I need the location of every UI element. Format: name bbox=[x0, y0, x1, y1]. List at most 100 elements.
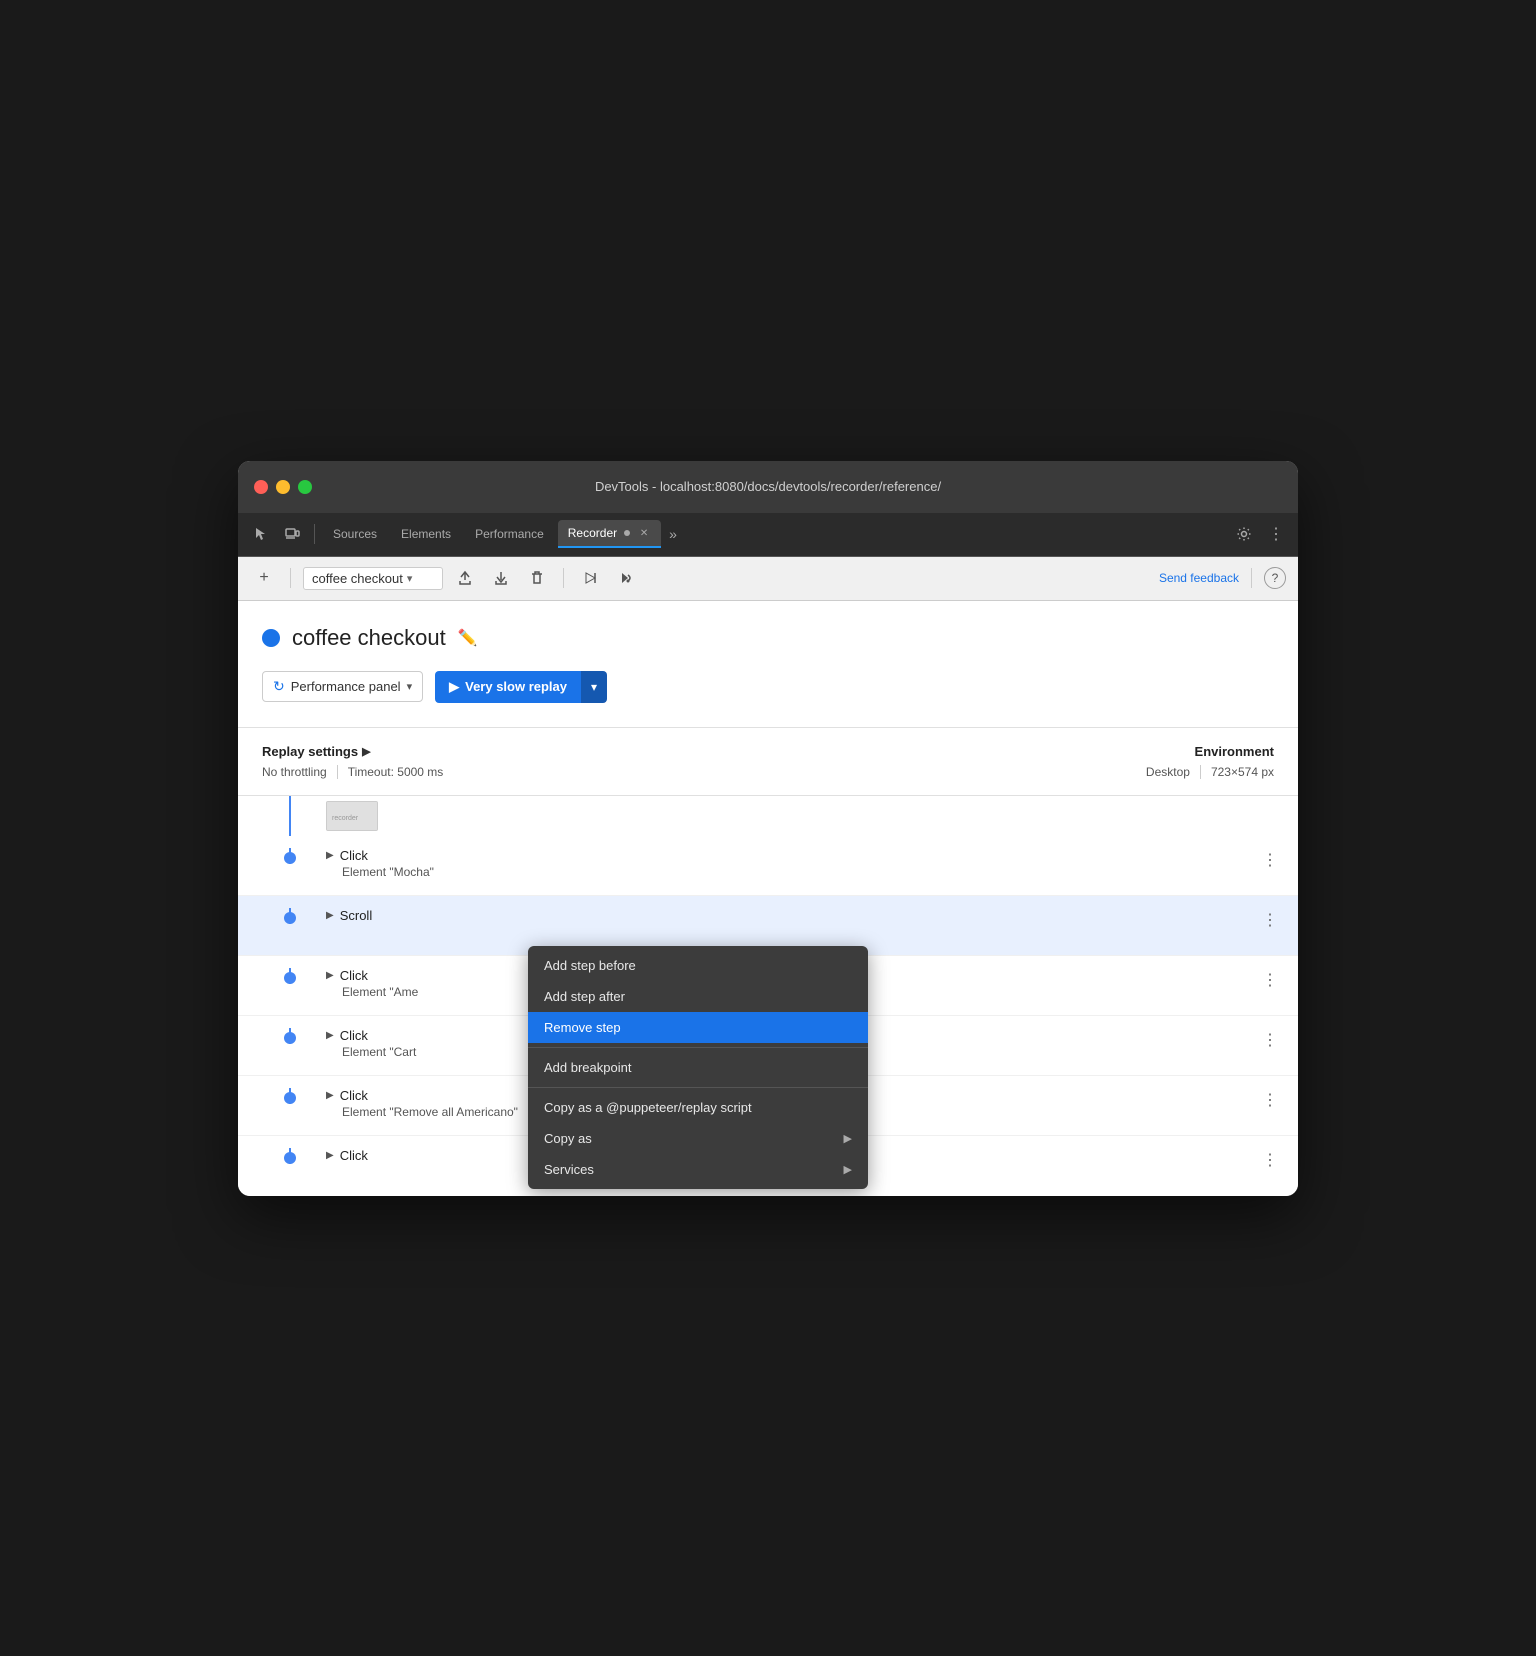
add-icon: + bbox=[259, 569, 268, 587]
dimensions-label: 723×574 px bbox=[1211, 765, 1274, 779]
tab-more-btn[interactable]: » bbox=[665, 522, 681, 546]
replay-label: Very slow replay bbox=[465, 679, 567, 694]
delete-btn[interactable] bbox=[523, 564, 551, 592]
toolbar: + coffee checkout ▾ bbox=[238, 557, 1298, 601]
add-recording-btn[interactable]: + bbox=[250, 564, 278, 592]
send-feedback-link[interactable]: Send feedback bbox=[1159, 571, 1239, 585]
ctx-copy-puppeteer-label: Copy as a @puppeteer/replay script bbox=[544, 1100, 752, 1115]
perf-icon: ↻ bbox=[273, 678, 285, 695]
tab-sources[interactable]: Sources bbox=[323, 521, 387, 547]
ctx-add-breakpoint-label: Add breakpoint bbox=[544, 1060, 631, 1075]
ctx-services[interactable]: Services ▶ bbox=[528, 1154, 868, 1185]
environment-meta: Desktop 723×574 px bbox=[1146, 765, 1274, 779]
timeline-col bbox=[262, 1028, 318, 1044]
device-icon bbox=[284, 526, 300, 542]
timeline-col bbox=[262, 1088, 318, 1104]
replay-quick-btn[interactable] bbox=[576, 564, 604, 592]
play-icon bbox=[582, 570, 598, 586]
ctx-separator-2 bbox=[528, 1087, 868, 1088]
replay-main-btn[interactable]: ▶ Very slow replay bbox=[435, 671, 581, 703]
ctx-add-after-label: Add step after bbox=[544, 989, 625, 1004]
steps-container: recorder ▶ Click Element "Mocha" ⋮ bbox=[238, 796, 1298, 1196]
recording-name-label: coffee checkout bbox=[312, 571, 403, 586]
ctx-copy-as-arrow-icon: ▶ bbox=[844, 1132, 852, 1145]
tab-recorder[interactable]: Recorder ✕ bbox=[558, 520, 661, 548]
settings-section: Replay settings ▶ No throttling Timeout:… bbox=[262, 728, 1274, 795]
step-action-label: Click bbox=[340, 848, 368, 863]
action-row: ↻ Performance panel ▾ ▶ Very slow replay… bbox=[262, 671, 1274, 703]
step-menu-btn[interactable]: ⋮ bbox=[1258, 1088, 1282, 1112]
recording-title: coffee checkout bbox=[292, 625, 446, 651]
recording-dot bbox=[262, 629, 280, 647]
ctx-copy-as[interactable]: Copy as ▶ bbox=[528, 1123, 868, 1154]
replay-dropdown-chevron-icon: ▾ bbox=[591, 680, 597, 694]
expand-step-icon[interactable]: ▶ bbox=[326, 970, 334, 981]
step-row: ▶ Click Element "Mocha" ⋮ bbox=[238, 836, 1298, 896]
step-menu-btn[interactable]: ⋮ bbox=[1258, 968, 1282, 992]
step-menu-btn[interactable]: ⋮ bbox=[1258, 1148, 1282, 1172]
ctx-add-breakpoint[interactable]: Add breakpoint bbox=[528, 1052, 868, 1083]
step-detail: Element "Mocha" bbox=[326, 865, 1258, 879]
performance-panel-btn[interactable]: ↻ Performance panel ▾ bbox=[262, 671, 423, 702]
step-menu-btn[interactable]: ⋮ bbox=[1258, 1028, 1282, 1052]
replay-settings-title: Replay settings ▶ bbox=[262, 744, 1146, 759]
throttling-label: No throttling bbox=[262, 765, 327, 779]
timeline-dot bbox=[284, 1152, 296, 1164]
more-options-btn[interactable]: ⋮ bbox=[1262, 520, 1290, 548]
expand-step-icon[interactable]: ▶ bbox=[326, 1030, 334, 1041]
perf-chevron-icon: ▾ bbox=[407, 680, 413, 693]
environment-title: Environment bbox=[1146, 744, 1274, 759]
device-icon-btn[interactable] bbox=[278, 520, 306, 548]
cursor-icon-btn[interactable] bbox=[246, 520, 274, 548]
tab-elements[interactable]: Elements bbox=[391, 521, 461, 547]
tab-performance[interactable]: Performance bbox=[465, 521, 554, 547]
edit-title-icon[interactable]: ✏️ bbox=[458, 628, 478, 648]
minimize-button[interactable] bbox=[276, 480, 290, 494]
ctx-remove-step[interactable]: Remove step bbox=[528, 1012, 868, 1043]
settings-arrow-icon[interactable]: ▶ bbox=[362, 745, 370, 758]
expand-step-icon[interactable]: ▶ bbox=[326, 1150, 334, 1161]
step-btn[interactable] bbox=[612, 564, 640, 592]
main-content: coffee checkout ✏️ ↻ Performance panel ▾… bbox=[238, 601, 1298, 796]
maximize-button[interactable] bbox=[298, 480, 312, 494]
close-button[interactable] bbox=[254, 480, 268, 494]
timeline-dot bbox=[284, 972, 296, 984]
step-action-label: Scroll bbox=[340, 908, 373, 923]
ctx-copy-puppeteer[interactable]: Copy as a @puppeteer/replay script bbox=[528, 1092, 868, 1123]
recording-selector[interactable]: coffee checkout ▾ bbox=[303, 567, 443, 590]
import-btn[interactable] bbox=[487, 564, 515, 592]
step-action-label: Click bbox=[340, 1148, 368, 1163]
settings-meta: No throttling Timeout: 5000 ms bbox=[262, 765, 1146, 779]
tab-close-icon[interactable]: ✕ bbox=[637, 526, 651, 540]
settings-gear-btn[interactable] bbox=[1230, 520, 1258, 548]
expand-step-icon[interactable]: ▶ bbox=[326, 850, 334, 861]
export-btn[interactable] bbox=[451, 564, 479, 592]
step-action: ▶ Scroll bbox=[326, 908, 1258, 923]
step-action: ▶ Click bbox=[326, 848, 1258, 863]
play-triangle-icon: ▶ bbox=[449, 679, 459, 695]
step-menu-btn[interactable]: ⋮ bbox=[1258, 908, 1282, 932]
step-thumbnail: recorder bbox=[326, 801, 378, 831]
expand-step-icon[interactable]: ▶ bbox=[326, 1090, 334, 1101]
meta-divider bbox=[337, 765, 338, 779]
timeline-col bbox=[262, 968, 318, 984]
window-title: DevTools - localhost:8080/docs/devtools/… bbox=[595, 479, 941, 494]
ctx-add-after[interactable]: Add step after bbox=[528, 981, 868, 1012]
ctx-add-before-label: Add step before bbox=[544, 958, 636, 973]
import-icon bbox=[493, 570, 509, 586]
step-menu-btn[interactable]: ⋮ bbox=[1258, 848, 1282, 872]
step-action-label: Click bbox=[340, 1028, 368, 1043]
cursor-icon bbox=[252, 526, 268, 542]
ctx-services-arrow-icon: ▶ bbox=[844, 1163, 852, 1176]
step-content: ▶ Click Element "Mocha" bbox=[318, 848, 1258, 879]
recording-header: coffee checkout ✏️ bbox=[262, 625, 1274, 651]
context-menu: Add step before Add step after Remove st… bbox=[528, 946, 868, 1189]
expand-step-icon[interactable]: ▶ bbox=[326, 910, 334, 921]
devtools-tabs: Sources Elements Performance Recorder ✕ … bbox=[238, 513, 1298, 557]
replay-dropdown-btn[interactable]: ▾ bbox=[581, 671, 607, 703]
replay-settings: Replay settings ▶ No throttling Timeout:… bbox=[262, 744, 1146, 779]
ctx-separator-1 bbox=[528, 1047, 868, 1048]
help-btn[interactable]: ? bbox=[1264, 567, 1286, 589]
timeline-col bbox=[262, 908, 318, 924]
ctx-add-before[interactable]: Add step before bbox=[528, 950, 868, 981]
